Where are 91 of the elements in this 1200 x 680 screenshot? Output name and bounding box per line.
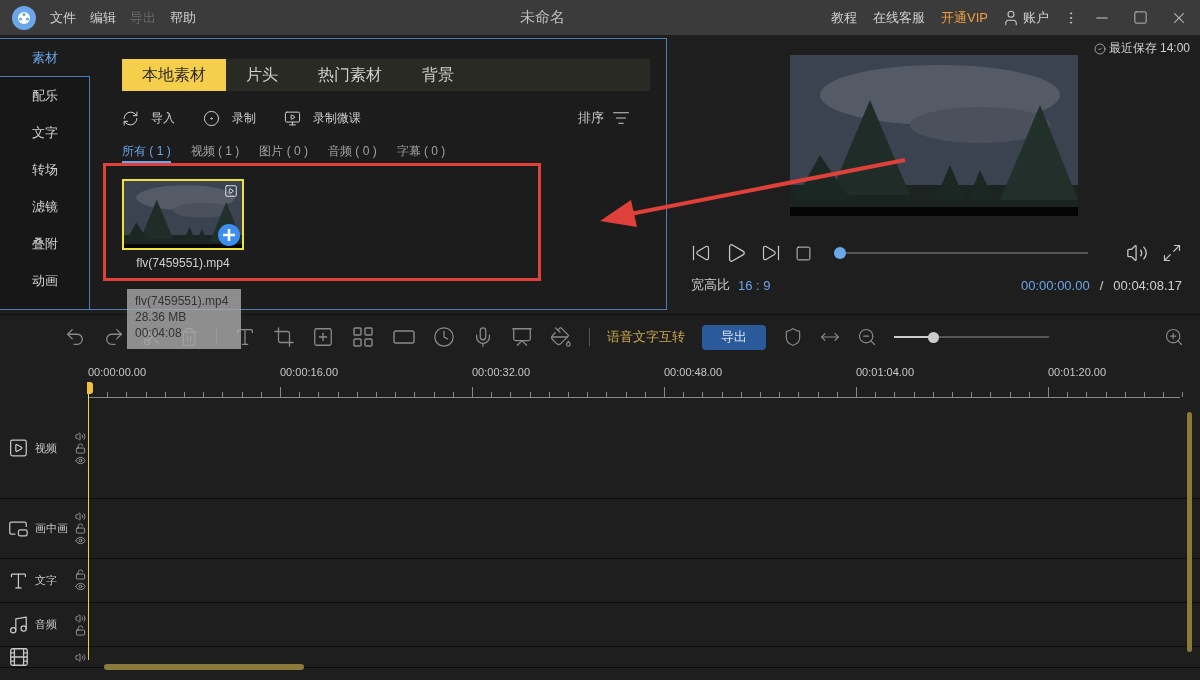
menu-item[interactable]: 文件 bbox=[50, 8, 76, 27]
app-logo-icon bbox=[12, 5, 36, 30]
save-status: 最近保存 14:00 bbox=[1108, 40, 1190, 57]
sidebar-tab[interactable]: 转场 bbox=[0, 151, 90, 188]
grid-icon[interactable] bbox=[351, 325, 375, 349]
time-label: 00:01:04.00 bbox=[856, 366, 915, 378]
zoom-in-icon[interactable] bbox=[1164, 327, 1184, 347]
speech-to-text-link[interactable]: 语音文字互转 bbox=[607, 328, 685, 346]
time-label: 00:00:16.00 bbox=[280, 366, 339, 378]
sort-link[interactable]: 排序 bbox=[578, 109, 604, 127]
speaker-icon[interactable] bbox=[75, 430, 86, 442]
tooltip-text: 00:04:08 bbox=[135, 325, 183, 341]
redo-icon[interactable] bbox=[103, 326, 125, 348]
undo-icon[interactable] bbox=[64, 326, 86, 348]
zoom-out-icon[interactable] bbox=[857, 327, 877, 347]
playhead-handle[interactable] bbox=[87, 382, 93, 394]
video-track-icon bbox=[8, 437, 29, 459]
filter-tab[interactable]: 所有 ( 1 ) bbox=[122, 143, 171, 163]
filter-tab[interactable]: 视频 ( 1 ) bbox=[190, 143, 240, 163]
sidebar-tab[interactable]: 滤镜 bbox=[0, 188, 90, 225]
clock-icon[interactable] bbox=[433, 326, 455, 348]
export-button[interactable]: 导出 bbox=[702, 324, 766, 350]
add-icon[interactable] bbox=[218, 224, 240, 246]
import-icon[interactable] bbox=[122, 109, 139, 127]
time-label: 00:00:00.00 bbox=[88, 366, 147, 378]
sidebar-tab[interactable]: 叠附 bbox=[0, 225, 90, 262]
filter-tab[interactable]: 字幕 ( 0 ) bbox=[396, 143, 446, 163]
user-icon[interactable] bbox=[1002, 8, 1020, 27]
time-label: 00:01:20.00 bbox=[1048, 366, 1107, 378]
current-time: 00:00:00.00 bbox=[1021, 277, 1090, 293]
track-label: 视频 bbox=[34, 440, 58, 456]
tooltip-text: flv(7459551).mp4 bbox=[135, 293, 230, 309]
filter-tab[interactable]: 图片 ( 0 ) bbox=[259, 143, 308, 163]
time-label: 00:00:48.00 bbox=[664, 366, 723, 378]
next-frame-icon[interactable] bbox=[761, 243, 781, 263]
horizontal-scrollbar[interactable] bbox=[104, 664, 304, 670]
sidebar-tab[interactable]: 文字 bbox=[0, 114, 90, 151]
media-name: flv(7459551).mp4 bbox=[136, 256, 230, 270]
time-label: 00:00:32.00 bbox=[472, 366, 531, 378]
window-title: 未命名 bbox=[519, 8, 566, 27]
filter-tab[interactable]: 音频 ( 0 ) bbox=[328, 143, 377, 163]
speaker-icon[interactable] bbox=[75, 511, 86, 522]
time-separator: / bbox=[1099, 277, 1104, 293]
tooltip-text: 28.36 MB bbox=[135, 309, 188, 325]
menu-item[interactable]: 帮助 bbox=[170, 8, 196, 27]
video-badge-icon bbox=[224, 184, 238, 198]
header-link[interactable]: 教程 bbox=[831, 8, 858, 27]
eye-icon[interactable] bbox=[75, 581, 86, 592]
unlock-icon[interactable] bbox=[75, 569, 86, 580]
speaker-icon[interactable] bbox=[75, 613, 86, 624]
media-tab[interactable]: 背景 bbox=[402, 59, 474, 91]
account-link[interactable]: 账户 bbox=[1023, 8, 1049, 27]
previous-frame-icon[interactable] bbox=[691, 243, 711, 263]
unlock-icon[interactable] bbox=[75, 625, 86, 636]
list-icon[interactable] bbox=[612, 109, 630, 127]
presenter-icon[interactable] bbox=[511, 326, 533, 348]
eye-icon[interactable] bbox=[75, 535, 86, 546]
media-tab[interactable]: 热门素材 bbox=[298, 59, 402, 91]
frame-add-icon[interactable] bbox=[312, 326, 334, 348]
action-link[interactable]: 导入 bbox=[151, 109, 175, 127]
media-tab[interactable]: 本地素材 bbox=[122, 59, 226, 91]
vertical-scrollbar[interactable] bbox=[1187, 412, 1192, 652]
unlock-icon[interactable] bbox=[75, 442, 86, 454]
sidebar-tab[interactable]: 动画 bbox=[0, 262, 90, 299]
action-link[interactable]: 录制微课 bbox=[313, 109, 361, 127]
shield-icon[interactable] bbox=[783, 327, 803, 347]
stop-icon[interactable] bbox=[795, 244, 812, 262]
crop-icon[interactable] bbox=[273, 326, 295, 348]
volume-icon[interactable] bbox=[1126, 242, 1148, 264]
paint-bucket-icon[interactable] bbox=[550, 326, 572, 348]
action-link[interactable]: 录制 bbox=[232, 109, 256, 127]
track-icon bbox=[8, 647, 30, 667]
record-icon[interactable] bbox=[203, 109, 220, 127]
unlock-icon[interactable] bbox=[75, 523, 86, 534]
menu-item[interactable]: 编辑 bbox=[90, 8, 116, 27]
check-icon bbox=[1093, 42, 1106, 55]
sidebar-tab[interactable]: 配乐 bbox=[0, 77, 90, 114]
media-tab[interactable]: 片头 bbox=[226, 59, 298, 91]
header-link[interactable]: 在线客服 bbox=[873, 8, 926, 27]
screen-record-icon[interactable] bbox=[284, 109, 301, 127]
speaker-icon[interactable] bbox=[75, 651, 86, 663]
maximize-icon[interactable] bbox=[1133, 10, 1148, 25]
eye-icon[interactable] bbox=[75, 454, 86, 466]
total-time: 00:04:08.17 bbox=[1113, 277, 1182, 293]
aspect-label: 宽高比 bbox=[691, 276, 730, 294]
aspect-value: 16 : 9 bbox=[738, 277, 771, 293]
fullscreen-icon[interactable] bbox=[1162, 243, 1182, 263]
header-link[interactable]: 开通VIP bbox=[941, 8, 988, 27]
track-label: 文字 bbox=[34, 573, 58, 588]
track-label: 音频 bbox=[34, 617, 58, 632]
track-label: 画中画 bbox=[34, 521, 69, 536]
